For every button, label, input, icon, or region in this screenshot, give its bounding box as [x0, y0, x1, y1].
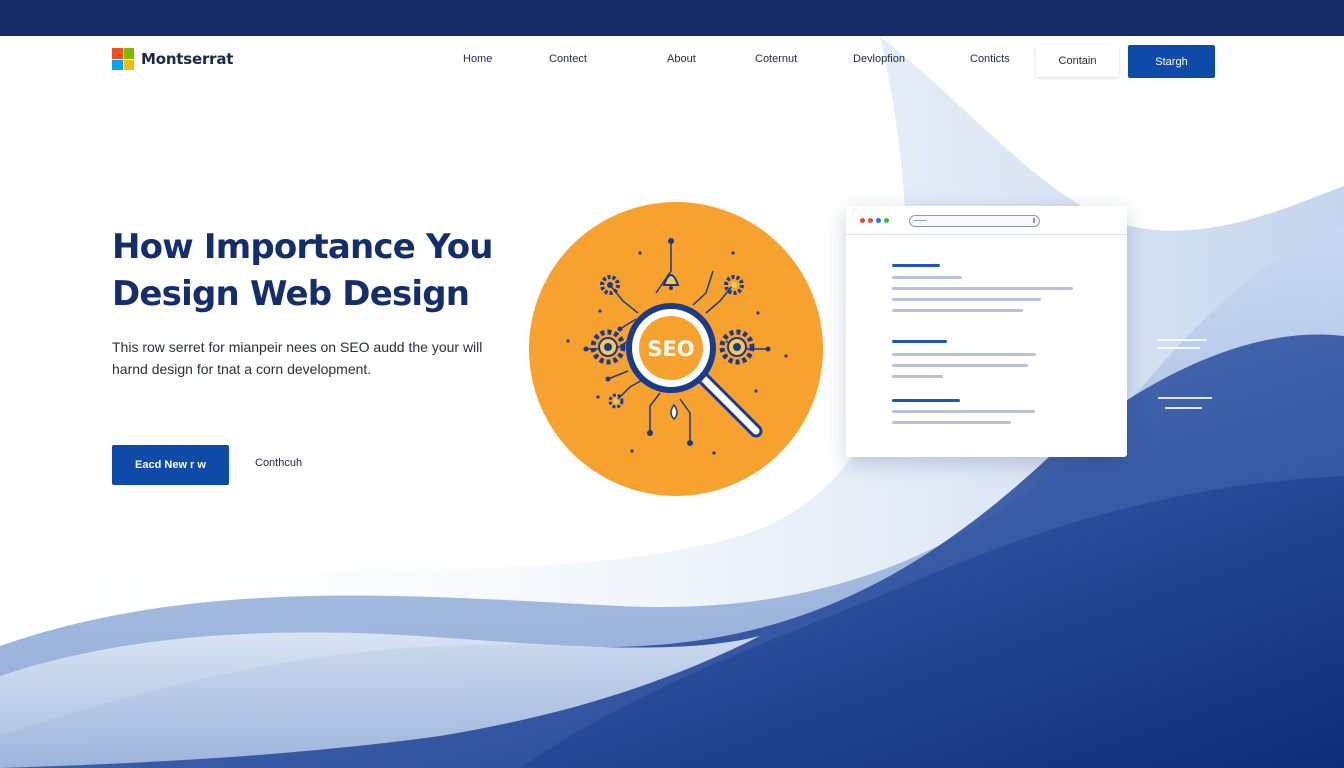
logo-square-blue — [112, 59, 123, 70]
nav-link-home[interactable]: Home — [463, 53, 492, 65]
primary-cta-button[interactable]: Eacd New r w — [112, 445, 229, 485]
browser-toolbar — [846, 206, 1127, 235]
nav-link-devlopfion[interactable]: Devlopfion — [853, 53, 905, 65]
nav-link-conticts[interactable]: Conticts — [970, 53, 1010, 65]
hero-title: How Importance You Design Web Design — [112, 224, 532, 318]
content-text-bar — [892, 287, 1073, 290]
logo-square-green — [123, 48, 134, 59]
decorative-line — [1157, 347, 1200, 349]
content-text-bar — [892, 364, 1028, 367]
hero-title-line: Design Web Design — [112, 274, 470, 314]
brand-name: Montserrat — [141, 50, 234, 68]
content-heading-bar — [892, 264, 940, 267]
top-bar — [0, 0, 1344, 36]
content-text-bar — [892, 353, 1036, 356]
hero-title-line: How Importance You — [112, 227, 494, 267]
content-text-bar — [892, 309, 1023, 312]
content-text-bar — [892, 276, 962, 279]
logo-square-yellow — [123, 59, 134, 70]
nav-link-about[interactable]: About — [667, 53, 696, 65]
nav-link-coternut[interactable]: Coternut — [755, 53, 797, 65]
decorative-line — [1158, 397, 1212, 399]
hero-subtitle: This row serret for mianpeir nees on SEO… — [112, 336, 492, 380]
window-dot-red — [868, 218, 873, 223]
stargh-button[interactable]: Stargh — [1128, 45, 1215, 78]
hero-subtitle-line: This row serret for mianpeir nees on SEO… — [112, 339, 483, 355]
decorative-line — [1157, 339, 1207, 341]
content-heading-bar — [892, 399, 960, 402]
window-dot-green — [884, 218, 889, 223]
content-text-bar — [892, 298, 1041, 301]
drop-icon — [670, 403, 678, 421]
seo-badge-text: SEO — [647, 337, 694, 361]
address-bar — [909, 215, 1040, 227]
content-text-bar — [892, 410, 1035, 413]
hero-subtitle-line: harnd design for tnat a corn development… — [112, 361, 372, 377]
secondary-cta-link[interactable]: Conthcuh — [255, 457, 302, 469]
nav-link-contect[interactable]: Contect — [549, 53, 587, 65]
brand-logo[interactable]: Montserrat — [112, 48, 233, 70]
logo-icon — [112, 48, 134, 70]
content-heading-bar — [892, 340, 947, 343]
content-text-bar — [892, 421, 1011, 424]
content-text-bar — [892, 375, 943, 378]
contain-button[interactable]: Contain — [1036, 45, 1119, 77]
window-dot-blue — [876, 218, 881, 223]
seo-illustration: SEO — [529, 202, 823, 496]
window-dot-red — [860, 218, 865, 223]
logo-square-red — [112, 48, 123, 59]
browser-mockup — [846, 206, 1127, 457]
decorative-line — [1165, 407, 1202, 409]
